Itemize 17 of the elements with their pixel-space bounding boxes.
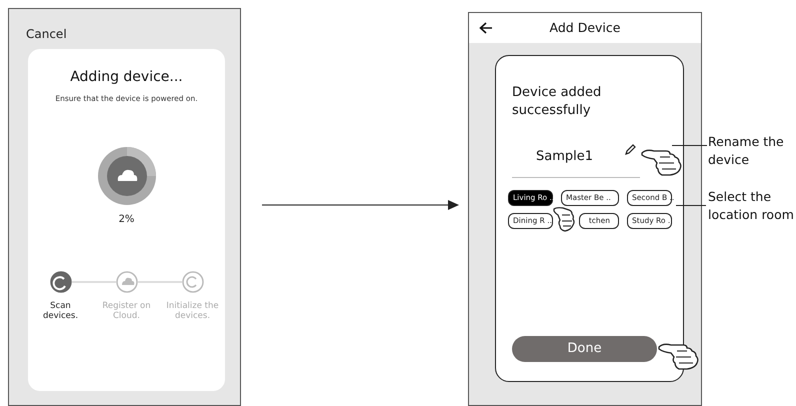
step-label: Register on Cloud. — [101, 301, 152, 322]
pencil-icon[interactable] — [624, 144, 636, 156]
cloud-progress-icon — [96, 146, 156, 206]
pointing-hand-icon — [553, 206, 575, 232]
cancel-link[interactable]: Cancel — [26, 25, 67, 43]
dialog-title: Adding device... — [70, 68, 183, 87]
step-label: Scan devices. — [42, 301, 80, 322]
screen-title: Add Device — [550, 18, 620, 37]
success-heading: Device added successfully — [512, 84, 602, 120]
device-name: Sample1 — [536, 148, 594, 166]
back-arrow-icon[interactable] — [479, 22, 493, 34]
done-button[interactable]: Done — [512, 336, 657, 362]
device-name-field[interactable]: Sample1 — [512, 136, 640, 178]
step-label: Initialize the devices. — [165, 301, 220, 322]
progress-percent: 2% — [118, 213, 134, 228]
annotation-text: Select the location room — [708, 188, 795, 224]
annotation-text: Rename the device — [708, 133, 785, 169]
